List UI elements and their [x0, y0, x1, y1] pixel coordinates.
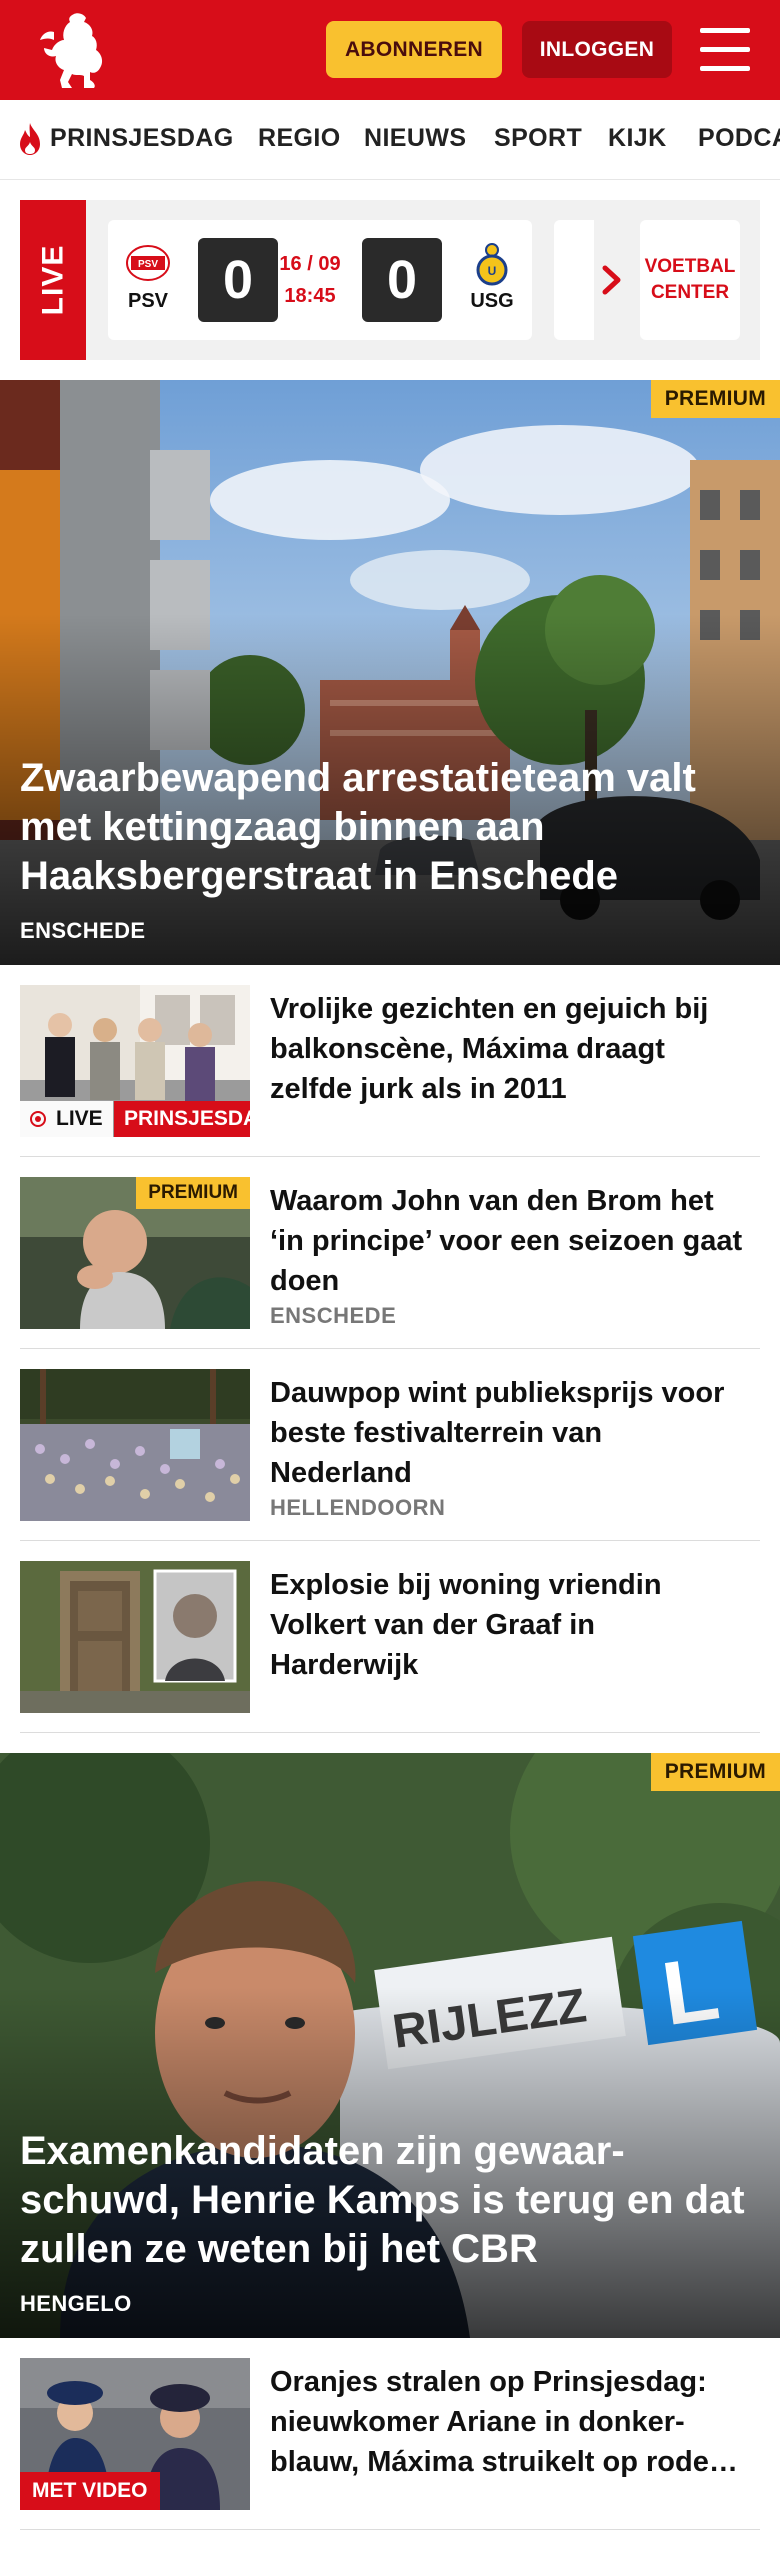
live-label: LIVE — [20, 200, 86, 360]
live-dot-icon — [30, 1111, 46, 1127]
hero-location: ENSCHEDE — [20, 918, 146, 943]
list-item[interactable]: PREMIUM Waarom John van den Brom het ‘in… — [20, 1157, 760, 1349]
hero-article[interactable]: PREMIUM Zwaarbewapend arrestatieteam val… — [0, 380, 780, 965]
nav-item-nieuws[interactable]: NIEUWS — [364, 124, 466, 153]
away-score: 0 — [362, 238, 442, 322]
nav-item-prinsjesdag[interactable]: PRINSJESDAG — [50, 124, 234, 153]
premium-badge: PREMIUM — [136, 1177, 250, 1209]
list-item[interactable]: Dauwpop wint publieksprijs voor beste fe… — [20, 1349, 760, 1541]
article-thumbnail — [20, 1561, 250, 1713]
article-thumbnail: MET VIDEO — [20, 2358, 250, 2510]
login-button[interactable]: INLOGGEN — [522, 21, 672, 78]
hero-title[interactable]: Zwaarbewapend arrestatieteam valt met ke… — [20, 754, 760, 901]
nav-item-podcast[interactable]: PODCA — [698, 124, 780, 153]
premium-badge: PREMIUM — [650, 1753, 780, 1791]
hero-location: HENGELO — [20, 2291, 132, 2316]
next-match-card[interactable] — [554, 220, 594, 340]
article-thumbnail: LIVE PRINSJESDAG — [20, 985, 250, 1137]
subscribe-button[interactable]: ABONNEREN — [326, 21, 502, 78]
chevron-right-icon[interactable] — [592, 260, 632, 300]
list-item[interactable]: Explosie bij woning vriendin Volkert van… — [20, 1541, 760, 1733]
article-title[interactable]: Vrolijke gezichten en gejuich bij balkon… — [270, 989, 750, 1109]
article-title[interactable]: Oranjes stralen op Prinsjesdag: nieuwkom… — [270, 2362, 750, 2482]
hero-article[interactable]: RIJLEZZ L PREMIUM Examenkandidaten zijn … — [0, 1753, 780, 2338]
article-title[interactable]: Dauwpop wint publieksprijs voor beste fe… — [270, 1373, 750, 1493]
horse-logo-icon[interactable] — [34, 10, 108, 90]
psv-crest-icon: PSV — [126, 245, 170, 281]
match-datetime: 16 / 09 18:45 — [279, 253, 341, 307]
nav-item-kijk[interactable]: KIJK — [608, 124, 667, 153]
list-item[interactable]: MET VIDEO Oranjes stralen op Prinsjesdag… — [20, 2338, 760, 2530]
home-team: PSV PSV — [118, 240, 178, 313]
premium-badge: PREMIUM — [650, 380, 780, 418]
hamburger-menu-icon[interactable] — [700, 28, 752, 72]
livescore-bar: LIVE PSV PSV 0 16 / 09 18:45 0 U USG VOE… — [20, 200, 760, 360]
flame-icon — [20, 123, 40, 155]
voetbal-center-link[interactable]: VOETBAL CENTER — [640, 220, 740, 340]
festival-crowd-image — [20, 1369, 250, 1521]
svg-text:U: U — [488, 264, 497, 278]
nav-item-regio[interactable]: REGIO — [258, 124, 341, 153]
match-card[interactable]: PSV PSV 0 16 / 09 18:45 0 U USG — [108, 220, 532, 340]
damaged-house-image — [20, 1561, 250, 1713]
section-nav: PRINSJESDAG REGIO NIEUWS SPORT KIJK PODC… — [0, 100, 780, 180]
article-location: ENSCHEDE — [270, 1303, 397, 1328]
site-header: ABONNEREN INLOGGEN — [0, 0, 780, 100]
list-item[interactable]: LIVE PRINSJESDAG Vrolijke gezichten en g… — [20, 965, 760, 1157]
article-location: HELLENDOORN — [270, 1495, 446, 1520]
category-badge: PRINSJESDAG — [114, 1101, 250, 1137]
video-badge: MET VIDEO — [20, 2472, 160, 2510]
article-title[interactable]: Explosie bij woning vriendin Volkert van… — [270, 1565, 750, 1685]
live-badge: LIVE — [20, 1101, 113, 1137]
nav-item-sport[interactable]: SPORT — [494, 124, 582, 153]
hero-title[interactable]: Examenkandidaten zijn gewaar­schuwd, Hen… — [20, 2127, 760, 2274]
svg-text:PSV: PSV — [138, 259, 158, 270]
article-thumbnail — [20, 1369, 250, 1521]
article-thumbnail: PREMIUM — [20, 1177, 250, 1329]
home-score: 0 — [198, 238, 278, 322]
article-title[interactable]: Waarom John van den Brom het ‘in princip… — [270, 1181, 750, 1301]
away-team: U USG — [462, 240, 522, 313]
usg-crest-icon: U — [476, 243, 508, 286]
